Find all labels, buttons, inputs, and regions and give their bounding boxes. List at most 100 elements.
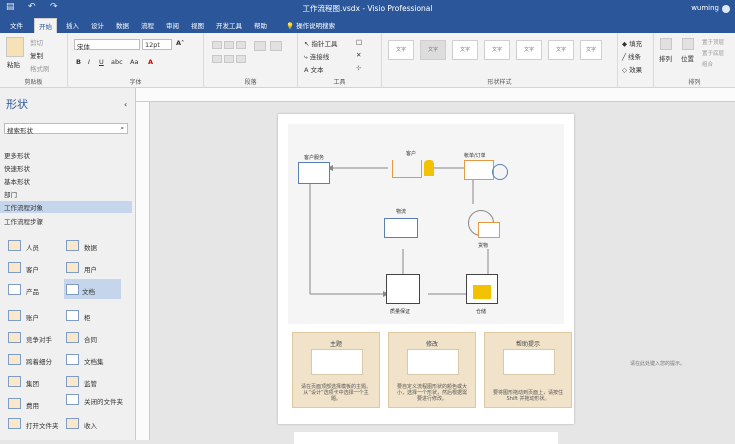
regulation-icon — [66, 376, 79, 387]
strikethrough-icon[interactable]: abc — [111, 58, 123, 66]
card-desc: 要自定义流程图形状的颜色或大小，选择一个形状，然后根据需要进行修改。 — [396, 384, 467, 402]
position-button[interactable]: 位置 — [681, 53, 694, 63]
underline-icon[interactable]: U — [99, 58, 104, 66]
pointer-tool-button[interactable]: ↖ 指针工具 — [304, 38, 338, 48]
person-icon — [8, 240, 21, 251]
shape-document[interactable]: 文档 — [64, 279, 121, 299]
truck-icon[interactable] — [384, 218, 418, 238]
connector-button[interactable]: ⤷ 连接线 — [304, 51, 329, 62]
theme-card[interactable]: 主题 请在页面顶部选择模板的主题。从“设计”选项卡中选择一个主题。 — [292, 332, 380, 408]
bullets-icon[interactable] — [254, 41, 266, 51]
collapse-icon[interactable]: ‹ — [124, 100, 127, 109]
text-button[interactable]: A 文本 — [304, 64, 324, 74]
tab-help[interactable]: 帮助 — [254, 20, 267, 30]
shape-search-input[interactable]: 搜索形状 ⌕ — [4, 123, 128, 135]
send-back-button[interactable]: 置于底层 — [702, 49, 724, 57]
style-swatch-3[interactable]: 文字 — [452, 40, 478, 60]
italic-icon[interactable]: I — [88, 58, 90, 66]
align-bottom-icon[interactable] — [236, 41, 246, 49]
connection-point-icon[interactable]: ⊹ — [356, 64, 361, 72]
paste-icon[interactable] — [6, 37, 24, 57]
bold-icon[interactable]: B — [76, 58, 81, 66]
fill-button[interactable]: ◆ 填充 — [622, 38, 642, 48]
connector-label: 连接线 — [309, 53, 330, 61]
modify-card[interactable]: 修改 要自定义流程图形状的颜色或大小，选择一个形状，然后根据需要进行修改。 — [388, 332, 476, 408]
style-swatch-6[interactable]: 文字 — [548, 40, 574, 60]
align-center-icon[interactable] — [224, 55, 234, 63]
bring-front-button[interactable]: 置于顶层 — [702, 38, 724, 46]
indent-icon[interactable] — [270, 41, 282, 51]
tell-me-search[interactable]: 💡 操作说明搜索 — [286, 20, 335, 30]
customer-service-node[interactable] — [298, 162, 330, 184]
shape-label: 打开文件夹 — [26, 422, 59, 430]
align-right-icon[interactable] — [236, 55, 246, 63]
tab-view[interactable]: 视图 — [191, 20, 204, 30]
paste-button[interactable]: 粘贴 — [7, 59, 20, 69]
arrange-icon[interactable] — [660, 38, 672, 50]
search-icon[interactable]: ⌕ — [120, 124, 124, 133]
format-painter-button[interactable]: 格式刷 — [30, 63, 50, 73]
style-swatch-1[interactable]: 文字 — [388, 40, 414, 60]
globe-icon[interactable] — [492, 164, 508, 180]
data-icon — [66, 240, 79, 251]
drawing-page[interactable]: 客户服务 客户 帐单/订单 物流 货物 质量保证 仓储 主题 请在页面顶部选择模… — [278, 114, 574, 424]
tab-process[interactable]: 流程 — [141, 20, 154, 30]
shape-label: 集团 — [26, 380, 39, 388]
font-family-select[interactable]: 宋体 — [74, 39, 140, 51]
node-label-qa: 质量保证 — [390, 309, 411, 315]
copy-button[interactable]: 复制 — [30, 50, 43, 60]
style-swatch-7[interactable]: 文字 — [580, 40, 602, 60]
shape-styles-group: 文字 文字 文字 文字 文字 文字 文字 形状样式 — [382, 33, 618, 88]
font-case-icon[interactable]: Aa — [130, 58, 138, 66]
box-icon[interactable] — [478, 222, 500, 238]
card-image — [503, 349, 555, 375]
font-color-icon[interactable]: A — [148, 58, 153, 66]
sidebar-item-quick-shapes[interactable]: 快速形状 — [4, 163, 30, 173]
node-label-customer: 客户 — [406, 151, 417, 157]
tab-review[interactable]: 审阅 — [166, 20, 179, 30]
drawing-canvas[interactable]: 客户服务 客户 帐单/订单 物流 货物 质量保证 仓储 主题 请在页面顶部选择模… — [150, 102, 735, 444]
shapes-title: 形状 — [6, 98, 28, 111]
line-button[interactable]: ╱ 线条 — [622, 51, 641, 61]
align-top-icon[interactable] — [212, 41, 222, 49]
effects-button[interactable]: ◇ 效果 — [622, 64, 642, 74]
connector-lines — [309, 165, 489, 297]
arrange-label: 排列 — [688, 79, 701, 86]
customer-icon[interactable] — [424, 160, 434, 176]
align-middle-icon[interactable] — [224, 41, 234, 49]
style-swatch-5[interactable]: 文字 — [516, 40, 542, 60]
sidebar-item-basic-shapes[interactable]: 基本形状 — [4, 176, 30, 186]
help-tip-card[interactable]: 帮助提示 要将图形拖动到页面上，请按住 Shift 并拖动形状。 — [484, 332, 572, 408]
position-icon[interactable] — [682, 38, 694, 50]
billing-icon[interactable] — [464, 160, 494, 180]
grow-font-icon[interactable]: A˄ — [176, 39, 184, 47]
tab-developer[interactable]: 开发工具 — [216, 20, 242, 30]
close-icon[interactable]: ✕ — [356, 51, 361, 59]
sidebar-item-more-shapes[interactable]: 更多形状 — [4, 150, 30, 160]
user-name[interactable]: wuming — [691, 4, 719, 12]
sidebar-item-workflow-steps[interactable]: 工作流程步骤 — [4, 216, 43, 226]
align-left-icon[interactable] — [212, 55, 222, 63]
cut-button[interactable]: 剪切 — [30, 37, 43, 47]
font-group: 宋体 12pt A˄ B I U abc Aa A 字体 — [68, 33, 204, 88]
tab-file[interactable]: 文件 — [10, 20, 23, 30]
arrange-group: 排列 位置 置于顶层 置于底层 组合 排列 — [654, 33, 735, 88]
fill-label: 填充 — [629, 40, 643, 48]
rectangle-icon[interactable]: □ — [356, 38, 362, 46]
warehouse-node[interactable] — [466, 274, 498, 304]
avatar[interactable] — [722, 5, 730, 13]
tab-data[interactable]: 数据 — [116, 20, 129, 30]
group-button[interactable]: 组合 — [702, 60, 713, 68]
quality-assurance-node[interactable] — [386, 274, 420, 304]
style-swatch-4[interactable]: 文字 — [484, 40, 510, 60]
shape-label: 收入 — [84, 422, 97, 430]
font-size-select[interactable]: 12pt — [142, 39, 172, 50]
arrange-button[interactable]: 排列 — [659, 53, 672, 63]
tab-design[interactable]: 设计 — [91, 20, 104, 30]
tab-insert[interactable]: 插入 — [66, 20, 79, 30]
sidebar-item-workflow-objects[interactable]: 工作流程对象 — [0, 201, 132, 213]
sidebar-item-departments[interactable]: 部门 — [4, 189, 17, 199]
cart-icon[interactable] — [392, 160, 422, 178]
tab-home[interactable]: 开始 — [34, 18, 57, 33]
style-swatch-2[interactable]: 文字 — [420, 40, 446, 60]
